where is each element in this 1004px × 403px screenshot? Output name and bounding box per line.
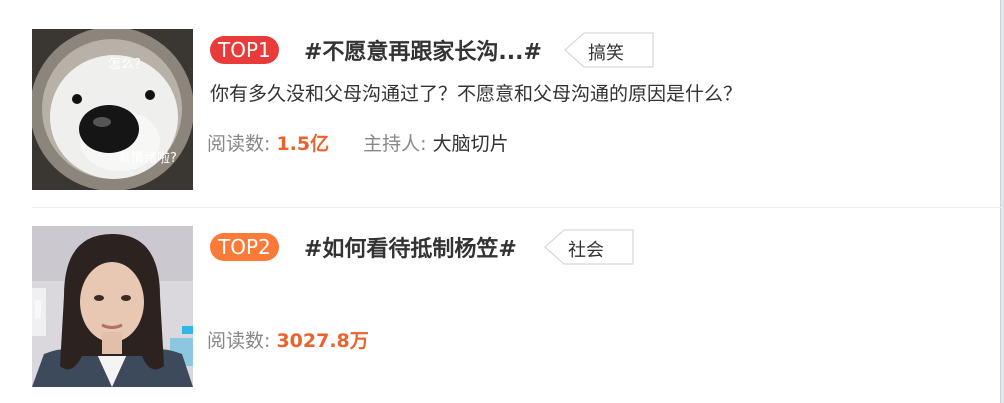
topic-title[interactable]: #不愿意再跟家长沟...# [304,34,542,66]
category-tag[interactable]: 搞笑 [564,32,654,68]
thumb-caption-2: 有情绪啦? [118,151,177,166]
category-tag[interactable]: 社会 [544,229,634,265]
category-tag-label: 搞笑 [588,43,624,64]
topic-stats: 阅读数: 1.5亿 主持人: 大脑切片 [207,129,509,156]
thumb-caption-1: 怎么？ [108,57,147,72]
rank-badge: TOP2 [210,233,279,261]
reads-label: 阅读数: [207,330,271,352]
topic-stats: 阅读数: 3027.8万 [207,326,369,353]
category-tag-label: 社会 [568,240,604,261]
rank-badge: TOP1 [210,36,279,64]
topic-thumbnail-dog[interactable]: 怎么？ 有情绪啦? [32,29,193,190]
reads-count: 3027.8万 [276,330,369,352]
topic-item-2[interactable]: TOP2 #如何看待抵制杨笠# 社会 阅读数: 3027.8万 [32,226,1002,387]
hot-topics-panel: 怎么？ 有情绪啦? TOP1 #不愿意再跟家长沟...# 搞笑 你有多久没和父母… [0,0,1002,403]
host-label: 主持人: [363,133,427,155]
topic-item-1[interactable]: 怎么？ 有情绪啦? TOP1 #不愿意再跟家长沟...# 搞笑 你有多久没和父母… [32,29,1002,190]
topic-thumbnail-person[interactable] [32,226,193,387]
host-name[interactable]: 大脑切片 [433,133,509,155]
item-divider [32,207,1002,208]
topic-description: 你有多久没和父母沟通过了？不愿意和父母沟通的原因是什么？ [210,83,743,105]
topic-title[interactable]: #如何看待抵制杨笠# [304,231,517,263]
reads-count: 1.5亿 [276,133,330,155]
reads-label: 阅读数: [207,133,271,155]
